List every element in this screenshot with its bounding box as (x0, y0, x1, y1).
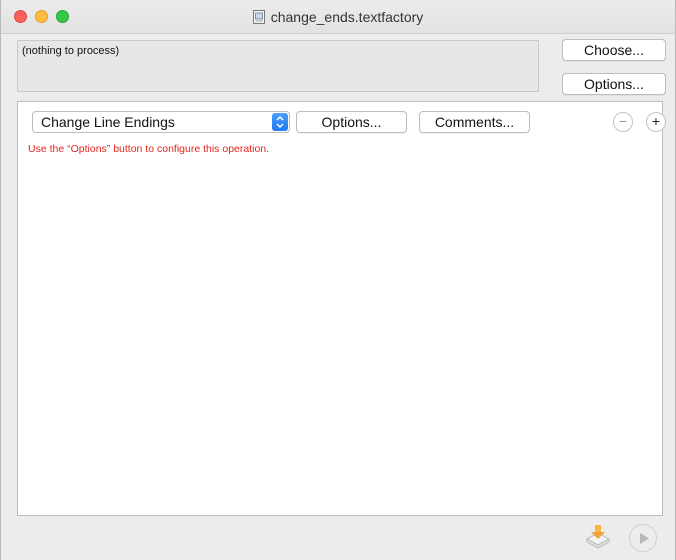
configure-hint: Use the “Options” button to configure th… (28, 143, 270, 155)
window-title-area: change_ends.textfactory (1, 8, 675, 26)
operations-panel: Change Line Endings Options... Comments.… (17, 101, 666, 516)
add-operation-button[interactable]: + (646, 112, 666, 132)
source-status-text: (nothing to process) (22, 45, 120, 57)
source-files-list[interactable]: (nothing to process) (17, 40, 539, 92)
source-options-button[interactable]: Options... (562, 73, 666, 95)
run-play-icon[interactable] (629, 524, 657, 552)
select-arrows-icon (272, 113, 288, 131)
title-bar: change_ends.textfactory (1, 0, 675, 34)
app-window: change_ends.textfactory (nothing to proc… (0, 0, 676, 560)
operation-options-button[interactable]: Options... (296, 111, 407, 133)
window-title: change_ends.textfactory (270, 9, 424, 25)
operation-select[interactable]: Change Line Endings (32, 111, 290, 133)
save-output-icon[interactable] (584, 524, 612, 550)
choose-button[interactable]: Choose... (562, 39, 666, 61)
remove-operation-button[interactable]: − (613, 112, 633, 132)
operation-comments-button[interactable]: Comments... (419, 111, 530, 133)
operation-select-value: Change Line Endings (41, 114, 175, 130)
document-icon (252, 10, 265, 24)
